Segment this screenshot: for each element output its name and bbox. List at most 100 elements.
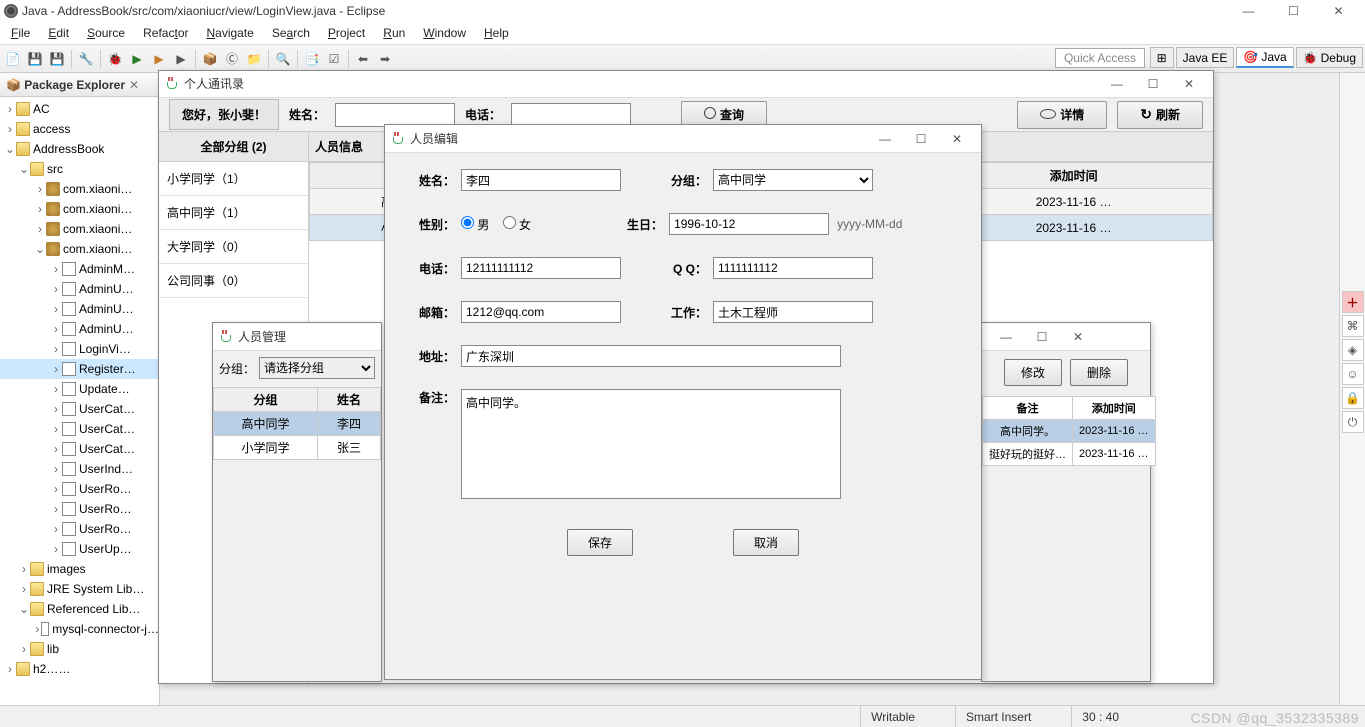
person-mgmt-table[interactable]: 分组姓名 高中同学李四小学同学张三 [213,387,381,460]
save-icon[interactable]: 💾 [25,49,45,69]
menu-navigate[interactable]: Navigate [197,23,262,43]
save-button[interactable]: 保存 [567,529,633,556]
remark-input[interactable] [461,389,841,499]
group-item[interactable]: 大学同学（0） [159,230,308,264]
search-tool-icon[interactable]: 🔍 [273,49,293,69]
tree-node[interactable]: ›Update… [0,379,159,399]
phone-input[interactable] [511,103,631,127]
menu-edit[interactable]: Edit [39,23,78,43]
tree-node[interactable]: ›UserRo… [0,519,159,539]
newpkg-icon[interactable]: 📦 [200,49,220,69]
tree-node[interactable]: ⌄Referenced Lib… [0,599,159,619]
sex-female-radio[interactable]: 女 [503,216,531,233]
maximize-button[interactable]: ☐ [1271,0,1316,22]
perspective-open[interactable]: ⊞ [1150,47,1174,68]
name-input[interactable] [461,169,621,191]
tree-node[interactable]: ›UserInd… [0,459,159,479]
minimize-button[interactable]: — [988,325,1024,349]
table-row[interactable]: 高中同学李四 [214,412,381,436]
tree-node[interactable]: ›UserUp… [0,539,159,559]
tree-node[interactable]: ›JRE System Lib… [0,579,159,599]
menu-source[interactable]: Source [78,23,134,43]
perspective-javaee[interactable]: Java EE [1176,47,1235,68]
tree-node[interactable]: ›Register… [0,359,159,379]
menu-project[interactable]: Project [319,23,374,43]
detail-button[interactable]: 详情 [1017,101,1107,129]
lock-icon[interactable]: 🔒 [1342,387,1364,409]
menu-file[interactable]: File [2,23,39,43]
maximize-button[interactable]: ☐ [1135,72,1171,96]
power-icon[interactable]: ⏻ [1342,411,1364,433]
new-icon[interactable]: 📄 [3,49,23,69]
tree-node[interactable]: ⌄src [0,159,159,179]
phone-input[interactable] [461,257,621,279]
table-row[interactable]: 小学同学张三 [214,436,381,460]
qq-input[interactable] [713,257,873,279]
tree-node[interactable]: ›AdminU… [0,299,159,319]
group-item[interactable]: 小学同学（1） [159,162,308,196]
hierarchy-icon[interactable]: ◈ [1342,339,1364,361]
cancel-button[interactable]: 取消 [733,529,799,556]
job-input[interactable] [713,301,873,323]
tree-node[interactable]: ›UserCat… [0,399,159,419]
bookmark-icon[interactable]: 📑 [302,49,322,69]
tree-node[interactable]: ›UserCat… [0,419,159,439]
package-tree[interactable]: ›AC›access⌄AddressBook⌄src›com.xiaoni…›c… [0,97,159,705]
quick-access[interactable]: Quick Access [1055,48,1145,68]
maximize-button[interactable]: ☐ [903,127,939,151]
tree-node[interactable]: ›mysql-connector-j… [0,619,159,639]
tree-node[interactable]: ›lib [0,639,159,659]
modify-table[interactable]: 备注添加时间 高中同学。2023-11-16 …挺好玩的挺好…2023-11-1… [982,396,1156,466]
link-icon[interactable]: ⌘ [1342,315,1364,337]
addr-input[interactable] [461,345,841,367]
tree-node[interactable]: ›LoginVi… [0,339,159,359]
tree-node[interactable]: ⌄AddressBook [0,139,159,159]
person-icon[interactable]: ☺ [1342,363,1364,385]
perspective-java[interactable]: 🎯Java [1236,47,1293,68]
coverage-icon[interactable]: ▶ [171,49,191,69]
table-row[interactable]: 挺好玩的挺好…2023-11-16 … [983,443,1156,466]
menu-run[interactable]: Run [374,23,414,43]
task-icon[interactable]: ☑ [324,49,344,69]
minimize-button[interactable]: — [1226,0,1271,22]
close-button[interactable]: ✕ [1316,0,1361,22]
tree-node[interactable]: ›UserRo… [0,479,159,499]
package-explorer-tab[interactable]: 📦 Package Explorer✕ [0,73,159,97]
tool-icon[interactable]: 🔧 [76,49,96,69]
close-button[interactable]: ✕ [939,127,975,151]
forward-icon[interactable]: ➡ [375,49,395,69]
add-button[interactable]: ＋ [1342,291,1364,313]
tree-node[interactable]: ›com.xiaoni… [0,219,159,239]
close-button[interactable]: ✕ [1060,325,1096,349]
tree-node[interactable]: ›access [0,119,159,139]
email-input[interactable] [461,301,621,323]
tree-node[interactable]: ›AC [0,99,159,119]
name-input[interactable] [335,103,455,127]
group-item[interactable]: 公司同事（0） [159,264,308,298]
menu-search[interactable]: Search [263,23,319,43]
maximize-button[interactable]: ☐ [1024,325,1060,349]
group-item[interactable]: 高中同学（1） [159,196,308,230]
perspective-debug[interactable]: 🐞Debug [1296,47,1363,68]
newclass-icon[interactable]: Ⓒ [222,49,242,69]
menu-help[interactable]: Help [475,23,518,43]
delete-button[interactable]: 删除 [1070,359,1128,386]
modify-button[interactable]: 修改 [1004,359,1062,386]
tree-node[interactable]: ›UserRo… [0,499,159,519]
newfolder-icon[interactable]: 📁 [244,49,264,69]
debug-icon[interactable]: 🐞 [105,49,125,69]
sex-male-radio[interactable]: 男 [461,216,489,233]
group-select[interactable]: 高中同学 [713,169,873,191]
tree-node[interactable]: ›AdminU… [0,319,159,339]
table-row[interactable]: 高中同学。2023-11-16 … [983,420,1156,443]
close-icon[interactable]: ✕ [129,78,139,92]
tree-node[interactable]: ›images [0,559,159,579]
tree-node[interactable]: ›AdminM… [0,259,159,279]
saveall-icon[interactable]: 💾 [47,49,67,69]
birth-input[interactable] [669,213,829,235]
minimize-button[interactable]: — [867,127,903,151]
menu-refactor[interactable]: Refactor [134,23,197,43]
menu-window[interactable]: Window [414,23,475,43]
tree-node[interactable]: ›AdminU… [0,279,159,299]
back-icon[interactable]: ⬅ [353,49,373,69]
